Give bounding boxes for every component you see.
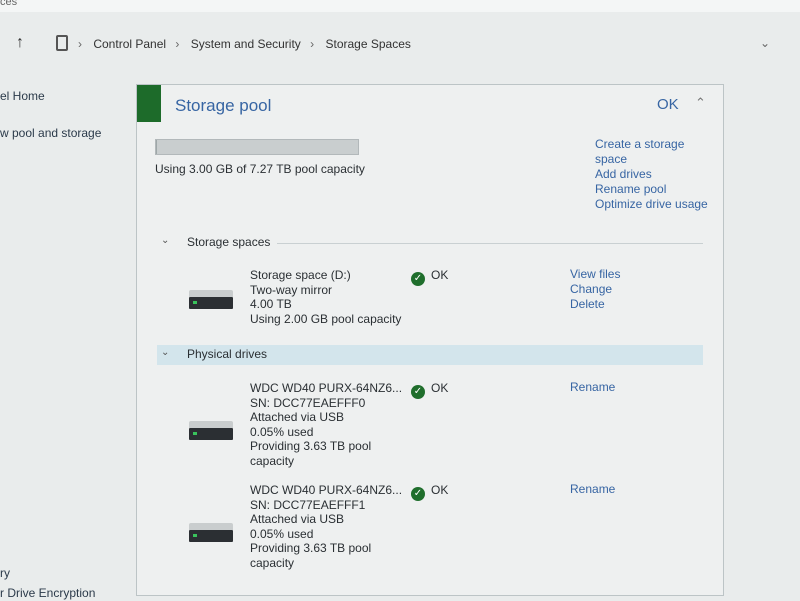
rename-pool-link[interactable]: Rename pool [595,182,720,197]
chevron-down-icon[interactable]: ⌄ [760,36,770,50]
crumb-system-security[interactable]: System and Security [191,37,301,51]
check-icon: ✓ [411,272,425,286]
pool-status: OK [657,96,679,113]
check-icon: ✓ [411,487,425,501]
physical-drive-info: WDC WD40 PURX-64NZ6... SN: DCC77EAEFFF1 … [250,483,402,570]
drive-icon [189,523,233,542]
rename-drive-link[interactable]: Rename [570,482,615,497]
drive-serial: SN: DCC77EAEFFF1 [250,497,366,512]
capacity-bar [155,139,359,155]
storage-spaces-label: Storage spaces [187,235,271,249]
breadcrumb: › Control Panel › System and Security › … [78,37,411,51]
address-bar[interactable]: ↑ › Control Panel › System and Security … [0,26,800,62]
titlebar-fragment: ces [0,0,18,8]
storage-spaces-header[interactable]: ⌄ Storage spaces [157,233,703,253]
check-icon: ✓ [411,385,425,399]
physical-drive-actions: Rename [570,380,615,395]
nav-item-drive-encryption[interactable]: r Drive Encryption [0,586,95,600]
chevron-down-icon: ⌄ [161,347,170,358]
storage-space-usage: Using 2.00 GB pool capacity [250,311,402,326]
create-storage-space-link-cont[interactable]: space [595,152,720,167]
crumb-storage-spaces[interactable]: Storage Spaces [325,37,410,51]
capacity-bar-fill [156,140,157,154]
physical-drive-status: ✓ OK [411,483,448,501]
drive-providing-cont: capacity [250,453,295,468]
change-link[interactable]: Change [570,282,620,297]
chevron-up-icon[interactable]: ⌃ [695,95,706,111]
physical-drive-info: WDC WD40 PURX-64NZ6... SN: DCC77EAEFFF0 … [250,381,402,468]
up-arrow-icon[interactable]: ↑ [16,34,24,52]
drive-icon [189,290,233,309]
delete-link[interactable]: Delete [570,297,620,312]
storage-space-status: ✓ OK [411,268,448,286]
capacity-text: Using 3.00 GB of 7.27 TB pool capacity [155,162,365,176]
storage-space-actions: View files Change Delete [570,267,620,312]
drive-icon [189,421,233,440]
drive-model: WDC WD40 PURX-64NZ6... [250,381,403,395]
drive-providing-cont: capacity [250,555,295,570]
drive-serial: SN: DCC77EAEFFF0 [250,395,366,410]
optimize-drive-usage-link[interactable]: Optimize drive usage [595,197,720,212]
storage-pool-panel: Storage pool OK ⌃ Using 3.00 GB of 7.27 … [136,84,724,596]
rename-drive-link[interactable]: Rename [570,380,615,395]
drive-model: WDC WD40 PURX-64NZ6... [250,483,403,497]
create-storage-space-link[interactable]: Create a storage [595,137,720,152]
nav-item-history[interactable]: ry [0,566,10,580]
storage-space-name: Storage space (D:) [250,268,351,282]
physical-drives-header[interactable]: ⌄ Physical drives [157,345,703,365]
physical-drive-status: ✓ OK [411,381,448,399]
crumb-control-panel[interactable]: Control Panel [93,37,166,51]
storage-space-resiliency: Two-way mirror [250,282,333,297]
titlebar: ces [0,0,800,12]
physical-drives-label: Physical drives [187,347,268,361]
pool-actions: Create a storage space Add drives Rename… [595,137,720,212]
drive-connection: Attached via USB [250,410,345,424]
drive-connection: Attached via USB [250,512,345,526]
nav-item-new-pool[interactable]: w pool and storage [0,126,101,140]
storage-spaces-icon [56,35,68,51]
add-drives-link[interactable]: Add drives [595,167,720,182]
drive-providing: Providing 3.63 TB pool [250,541,372,555]
drive-used: 0.05% used [250,424,314,439]
storage-space-info: Storage space (D:) Two-way mirror 4.00 T… [250,268,401,326]
pool-color-bar [137,85,161,122]
view-files-link[interactable]: View files [570,267,620,282]
chevron-down-icon: ⌄ [161,235,170,246]
pool-title: Storage pool [175,96,272,115]
nav-item-home[interactable]: el Home [0,89,45,103]
storage-space-size: 4.00 TB [250,297,292,311]
physical-drive-actions: Rename [570,482,615,497]
drive-used: 0.05% used [250,526,314,541]
drive-providing: Providing 3.63 TB pool [250,439,372,453]
